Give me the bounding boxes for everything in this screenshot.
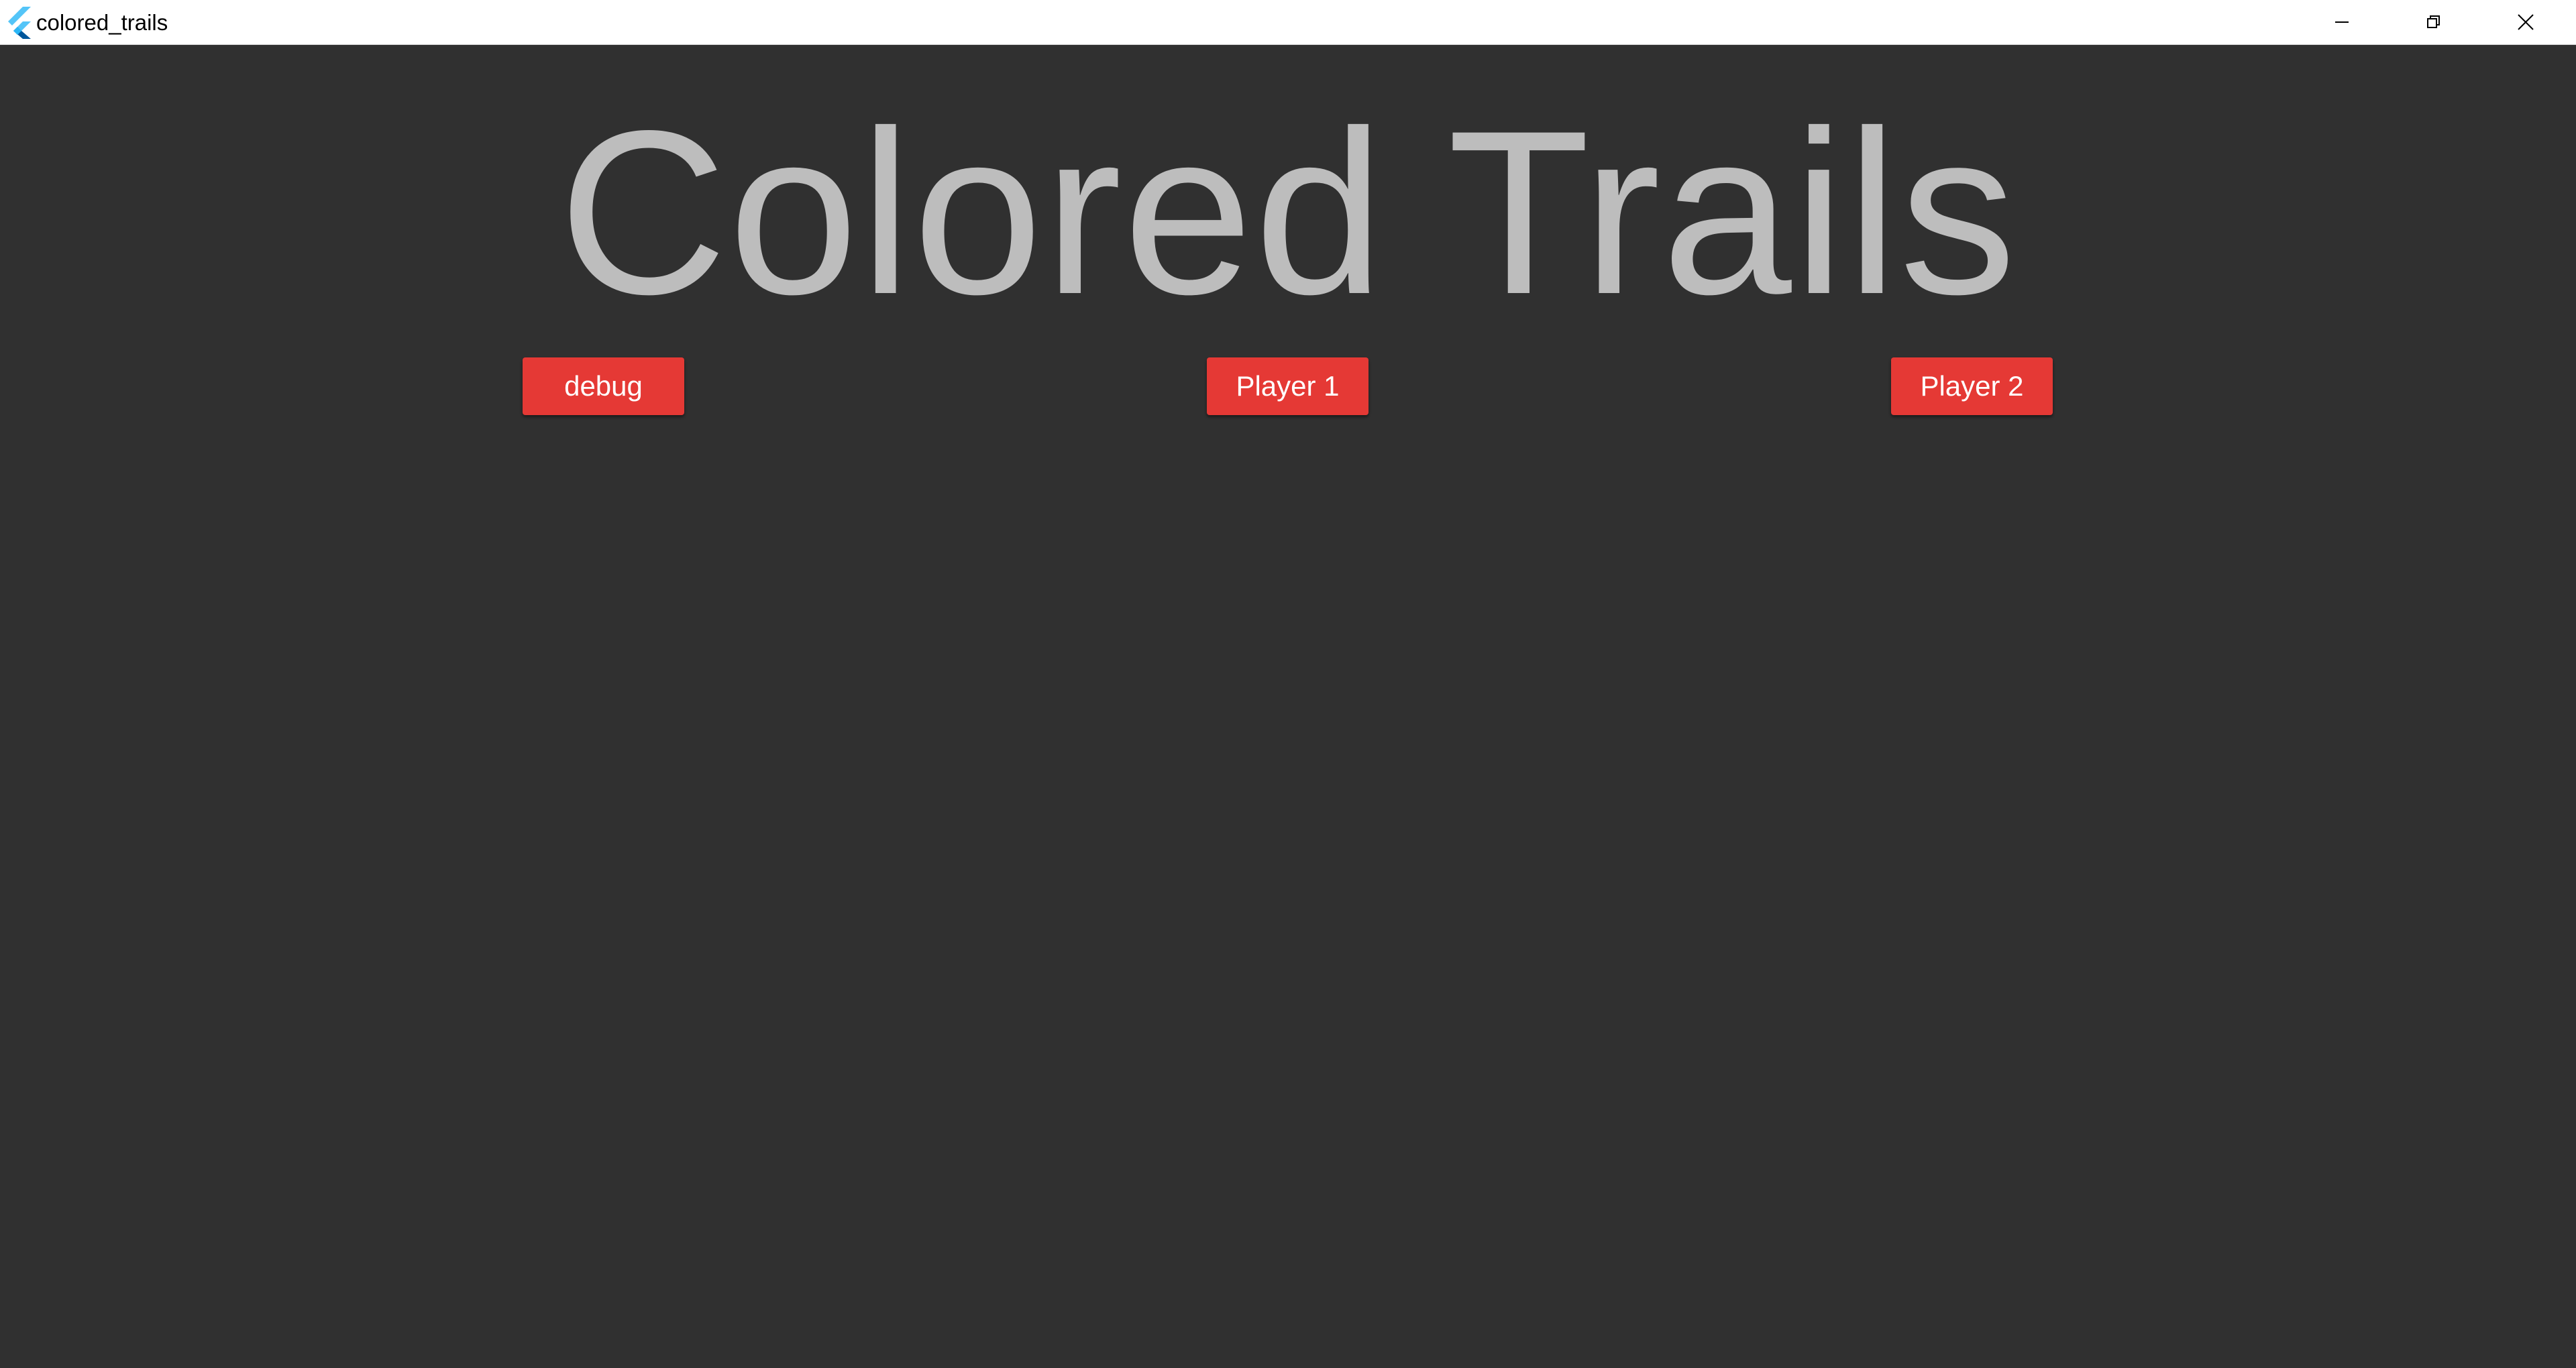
player-1-button[interactable]: Player 1 [1207,357,1368,415]
close-icon [2517,13,2534,31]
player-2-button[interactable]: Player 2 [1891,357,2053,415]
title-bar[interactable]: colored_trails [0,0,2576,45]
restore-icon [2426,14,2442,30]
debug-button[interactable]: debug [523,357,684,415]
main-content: Colored Trails debug Player 1 Player 2 [0,45,2576,1368]
restore-button[interactable] [2388,0,2479,44]
close-button[interactable] [2480,0,2571,44]
minimize-button[interactable] [2296,0,2387,44]
window-title: colored_trails [36,10,168,35]
game-title: Colored Trails [558,82,2018,343]
app-window: colored_trails Colored Trails debug Play… [0,0,2576,1368]
flutter-logo-icon [5,7,32,39]
minimize-icon [2334,14,2350,30]
